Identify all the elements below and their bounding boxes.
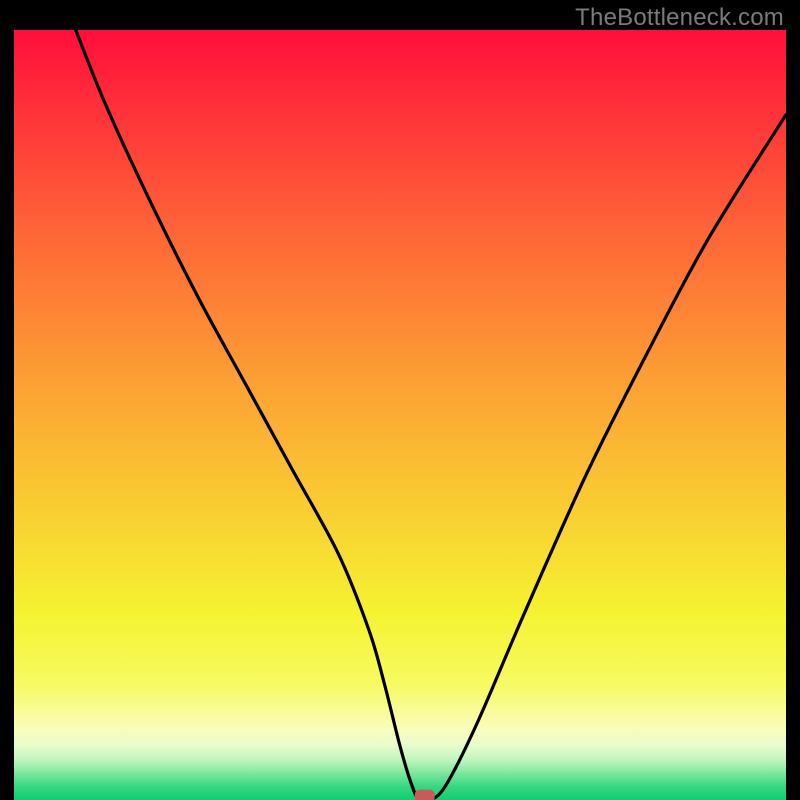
optimal-point-marker: [415, 790, 435, 800]
watermark-text: TheBottleneck.com: [575, 4, 784, 32]
bottleneck-chart: [14, 30, 786, 800]
gradient-background: [14, 30, 786, 800]
chart-frame: [14, 30, 786, 800]
